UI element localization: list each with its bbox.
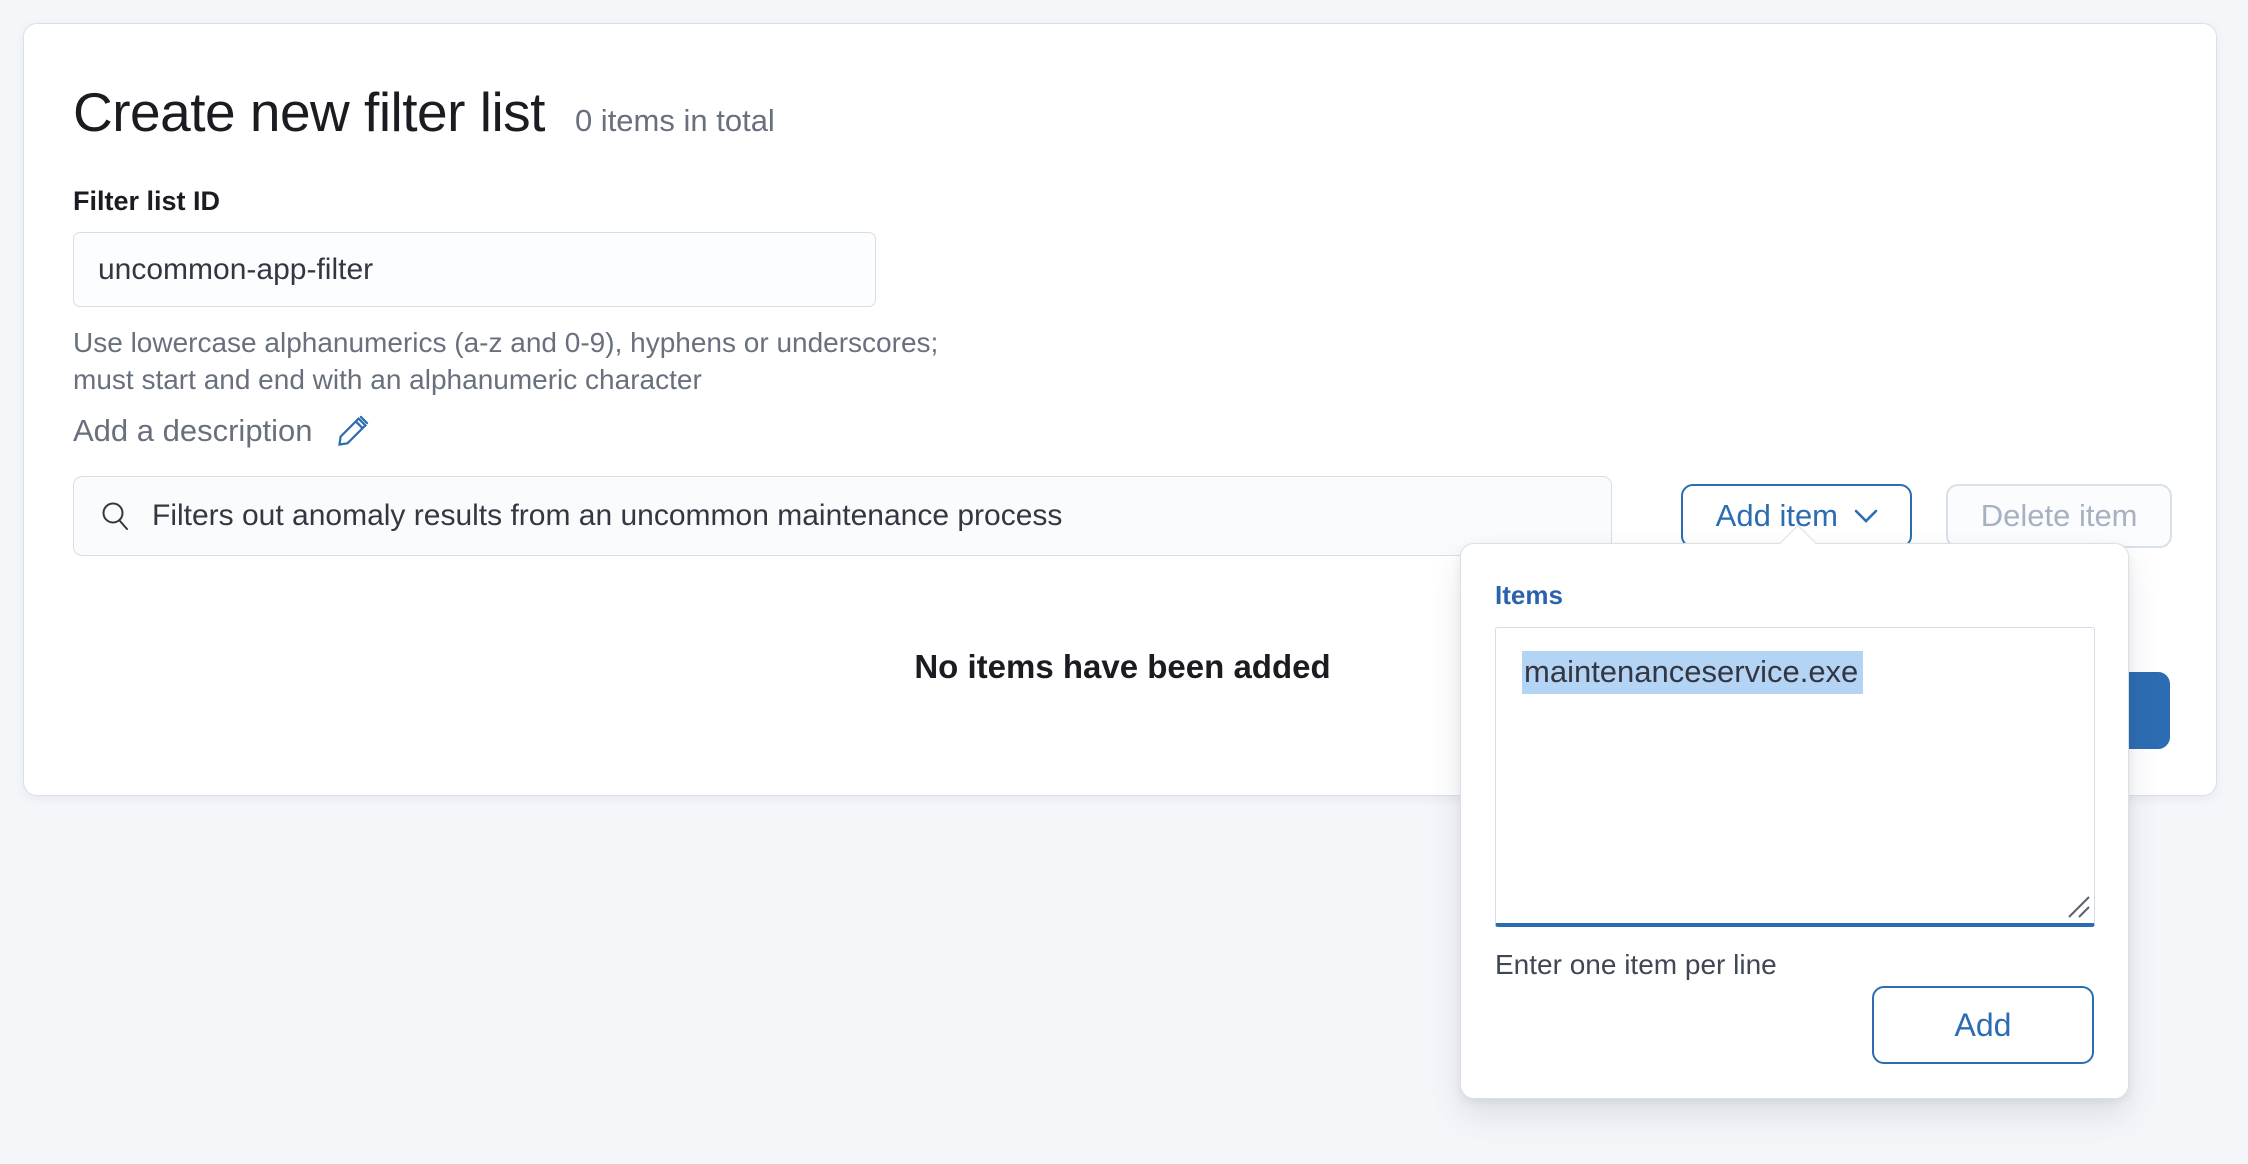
id-help-line-1: Use lowercase alphanumerics (a-z and 0-9… xyxy=(73,327,939,358)
resize-handle-icon[interactable] xyxy=(2065,893,2091,919)
description-search-box[interactable] xyxy=(73,476,1613,556)
popover-add-button-label: Add xyxy=(1954,1006,2012,1043)
description-search-input[interactable] xyxy=(152,477,1587,555)
header: Create new filter list 0 items in total xyxy=(73,80,2172,144)
add-description-link[interactable]: Add a description xyxy=(73,413,2172,449)
filter-list-id-input[interactable] xyxy=(73,232,876,307)
add-description-label: Add a description xyxy=(73,413,313,448)
items-textarea[interactable]: maintenanceservice.exe xyxy=(1495,627,2095,927)
add-item-popover: Items maintenanceservice.exe Enter one i… xyxy=(1460,524,2129,1099)
id-help-text: Use lowercase alphanumerics (a-z and 0-9… xyxy=(73,324,2172,398)
id-help-line-2: must start and end with an alphanumeric … xyxy=(73,364,702,395)
filter-list-id-label: Filter list ID xyxy=(73,186,221,216)
items-label: Items xyxy=(1495,580,1563,610)
popover-add-button[interactable]: Add xyxy=(1872,986,2094,1064)
items-textarea-value: maintenanceservice.exe xyxy=(1522,651,1864,694)
delete-item-button[interactable]: Delete item xyxy=(1946,484,2172,548)
chevron-down-icon xyxy=(1854,509,1878,523)
items-help-text: Enter one item per line xyxy=(1495,949,1777,980)
add-item-button-label: Add item xyxy=(1715,498,1839,533)
items-total-count: 0 items in total xyxy=(574,103,775,138)
magnifier-icon xyxy=(102,502,128,530)
pencil-icon xyxy=(337,415,368,446)
page-title: Create new filter list xyxy=(73,81,545,143)
delete-item-button-label: Delete item xyxy=(1980,498,2138,533)
